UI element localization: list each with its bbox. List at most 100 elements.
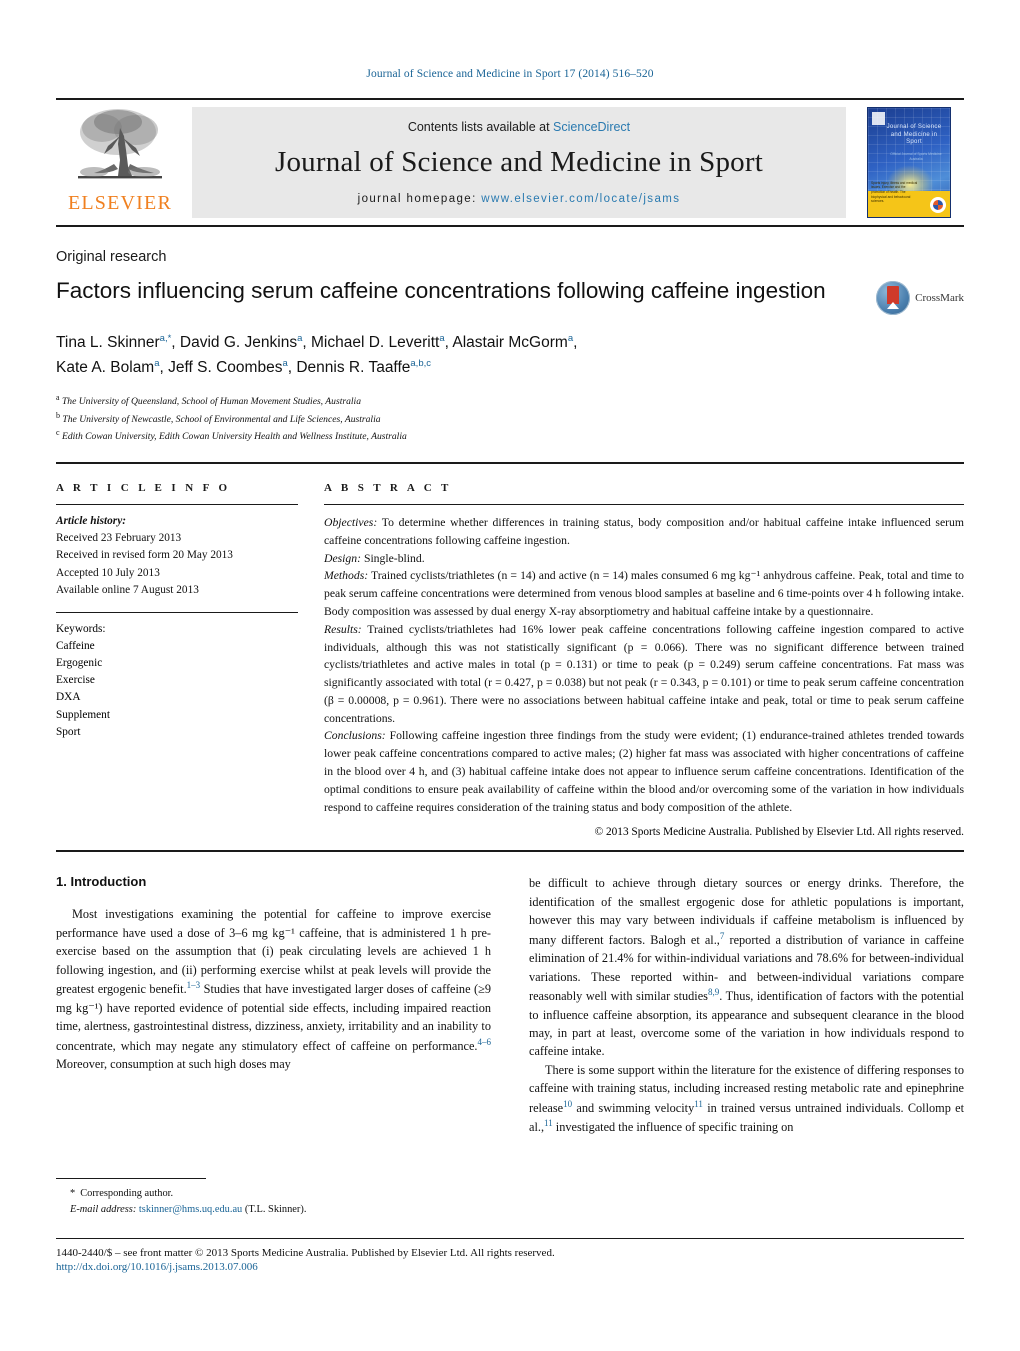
keyword-item: Caffeine bbox=[56, 640, 95, 652]
abstract-heading: A B S T R A C T bbox=[324, 482, 452, 495]
conclusions-text: Following caffeine ingestion three findi… bbox=[324, 729, 964, 814]
intro-paragraph-right-2: There is some support within the literat… bbox=[529, 1061, 964, 1137]
author-line-2: Kate A. Bolama, Jeff S. Coombesa, Dennis… bbox=[56, 357, 431, 377]
elsevier-logo: ELSEVIER bbox=[56, 100, 184, 225]
footer-doi-link[interactable]: http://dx.doi.org/10.1016/j.jsams.2013.0… bbox=[56, 1261, 964, 1273]
crossmark-label: CrossMark bbox=[915, 292, 964, 304]
citation-ref[interactable]: 1–3 bbox=[187, 980, 201, 990]
objectives-label: Objectives: bbox=[324, 516, 378, 530]
history-item: Received in revised form 20 May 2013 bbox=[56, 549, 233, 562]
abstract-objectives: Objectives: To determine whether differe… bbox=[324, 514, 964, 550]
abstract-bottom-divider bbox=[56, 850, 964, 853]
affiliation-item: b The University of Newcastle, School of… bbox=[56, 410, 964, 428]
affiliation-marker: c bbox=[56, 428, 60, 438]
cover-society-logo bbox=[930, 197, 946, 213]
abstract-design: Design: Single-blind. bbox=[324, 550, 964, 568]
crossmark-badge[interactable]: CrossMark bbox=[876, 277, 964, 315]
keyword-item: Sport bbox=[56, 725, 81, 738]
page-title: Factors influencing serum caffeine conce… bbox=[56, 278, 826, 303]
objectives-text: To determine whether differences in trai… bbox=[324, 516, 964, 547]
article-info-heading: A R T I C L E I N F O bbox=[56, 482, 231, 495]
cover-band-text: Sports injury, illness and medical issue… bbox=[871, 180, 918, 204]
abstract-conclusions: Conclusions: Following caffeine ingestio… bbox=[324, 727, 964, 816]
body-column-right: be difficult to achieve through dietary … bbox=[529, 874, 964, 1137]
paper-page: Journal of Science and Medicine in Sport… bbox=[0, 0, 1020, 1351]
keywords-rule bbox=[56, 611, 298, 613]
citation-ref[interactable]: 10 bbox=[563, 1099, 572, 1109]
design-label: Design: bbox=[324, 551, 362, 565]
cover-title: Journal of Science and Medicine in Sport bbox=[886, 124, 942, 145]
footnote-star: * bbox=[70, 1188, 76, 1199]
introduction-heading: 1. Introduction bbox=[56, 874, 147, 890]
author-list: Tina L. Skinnera,*, David G. Jenkinsa, M… bbox=[56, 331, 964, 381]
abstract-column: A B S T R A C T Objectives: To determine… bbox=[324, 482, 964, 838]
abstract-methods: Methods: Trained cyclists/triathletes (n… bbox=[324, 567, 964, 620]
abstract-rule bbox=[324, 504, 964, 506]
masthead-center: Contents lists available at ScienceDirec… bbox=[192, 107, 846, 218]
citation-ref[interactable]: 8,9 bbox=[708, 987, 719, 997]
abstract-copyright: © 2013 Sports Medicine Australia. Publis… bbox=[594, 826, 964, 839]
page-footer: 1440-2440/$ – see front matter © 2013 Sp… bbox=[56, 1238, 964, 1273]
citation-ref[interactable]: 11 bbox=[544, 1118, 553, 1128]
article-type-label: Original research bbox=[56, 249, 167, 265]
affiliation-text: The University of Queensland, School of … bbox=[61, 396, 362, 408]
intro-right-text-5: and swimming velocity bbox=[572, 1100, 695, 1115]
sciencedirect-link[interactable]: ScienceDirect bbox=[553, 120, 630, 134]
email-link[interactable]: tskinner@hms.uq.edu.au bbox=[139, 1204, 242, 1215]
footnote-rule bbox=[56, 1178, 206, 1179]
intro-paragraph-right-1: be difficult to achieve through dietary … bbox=[529, 874, 964, 1061]
affiliation-item: c Edith Cowan University, Edith Cowan Un… bbox=[56, 427, 964, 445]
article-history: Article history: Received 23 February 20… bbox=[56, 513, 298, 599]
info-abstract-section: A R T I C L E I N F O Article history: R… bbox=[56, 482, 964, 838]
footnote-line-2: E-mail address: tskinner@hms.uq.edu.au (… bbox=[56, 1202, 496, 1218]
article-history-label: Article history: bbox=[56, 515, 126, 528]
footer-rule bbox=[56, 1238, 964, 1239]
elsevier-wordmark: ELSEVIER bbox=[67, 192, 173, 214]
cover-subtitle: Official Journal of Sports Medicine Aust… bbox=[890, 152, 942, 162]
contents-prefix: Contents lists available at bbox=[407, 120, 550, 134]
email-label: E-mail address: bbox=[70, 1204, 137, 1216]
journal-homepage-line: journal homepage: www.elsevier.com/locat… bbox=[358, 193, 681, 205]
history-item: Available online 7 August 2013 bbox=[56, 583, 199, 596]
methods-label: Methods: bbox=[324, 569, 369, 583]
footnote-line-1: * Corresponding author. bbox=[56, 1186, 496, 1202]
homepage-prefix: journal homepage: bbox=[357, 193, 477, 205]
design-text: Single-blind. bbox=[361, 551, 425, 565]
abstract-body: Objectives: To determine whether differe… bbox=[324, 514, 964, 816]
methods-text: Trained cyclists/triathletes (n = 14) an… bbox=[324, 569, 964, 618]
results-label: Results: bbox=[324, 622, 362, 636]
affiliation-item: a The University of Queensland, School o… bbox=[56, 392, 964, 410]
journal-title: Journal of Science and Medicine in Sport bbox=[275, 146, 763, 178]
keyword-item: Exercise bbox=[56, 674, 95, 687]
affiliation-marker: a bbox=[56, 392, 60, 402]
homepage-url-link[interactable]: www.elsevier.com/locate/jsams bbox=[481, 193, 680, 205]
keywords-block: Keywords: Caffeine Ergogenic Exercise DX… bbox=[56, 621, 298, 741]
footnote-corresponding: Corresponding author. bbox=[80, 1188, 174, 1199]
keyword-item: Supplement bbox=[56, 708, 110, 721]
keyword-item: Ergogenic bbox=[56, 657, 103, 670]
header-divider bbox=[56, 462, 964, 465]
page-content: Journal of Science and Medicine in Sport… bbox=[56, 0, 964, 1137]
corresponding-author-footnote: * Corresponding author. E-mail address: t… bbox=[56, 1178, 496, 1218]
journal-cover-thumbnail[interactable]: Journal of Science and Medicine in Sport… bbox=[867, 107, 951, 218]
author-line-1: Tina L. Skinnera,*, David G. Jenkinsa, M… bbox=[56, 333, 578, 352]
crossmark-icon bbox=[876, 281, 911, 315]
journal-cover-cell: Journal of Science and Medicine in Sport… bbox=[854, 100, 964, 225]
body-column-left: 1. Introduction Most investigations exam… bbox=[56, 874, 491, 1137]
title-row: Factors influencing serum caffeine conce… bbox=[56, 277, 964, 315]
article-info-rule bbox=[56, 504, 298, 506]
intro-paragraph-left: Most investigations examining the potent… bbox=[56, 905, 491, 1073]
affiliation-marker: b bbox=[56, 410, 60, 420]
affiliation-text: Edith Cowan University, Edith Cowan Univ… bbox=[61, 431, 407, 443]
abstract-results: Results: Trained cyclists/triathletes ha… bbox=[324, 621, 964, 728]
citation-ref[interactable]: 4–6 bbox=[478, 1037, 492, 1047]
citation-ref[interactable]: 11 bbox=[694, 1099, 703, 1109]
elsevier-tree-icon bbox=[78, 109, 162, 179]
email-suffix: (T.L. Skinner). bbox=[244, 1204, 307, 1216]
body-columns: 1. Introduction Most investigations exam… bbox=[56, 874, 964, 1137]
running-head: Journal of Science and Medicine in Sport… bbox=[366, 68, 654, 80]
keywords-label: Keywords: bbox=[56, 622, 106, 635]
history-item: Accepted 10 July 2013 bbox=[56, 566, 160, 579]
conclusions-label: Conclusions: bbox=[324, 729, 386, 743]
results-text: Trained cyclists/triathletes had 16% low… bbox=[324, 622, 964, 725]
